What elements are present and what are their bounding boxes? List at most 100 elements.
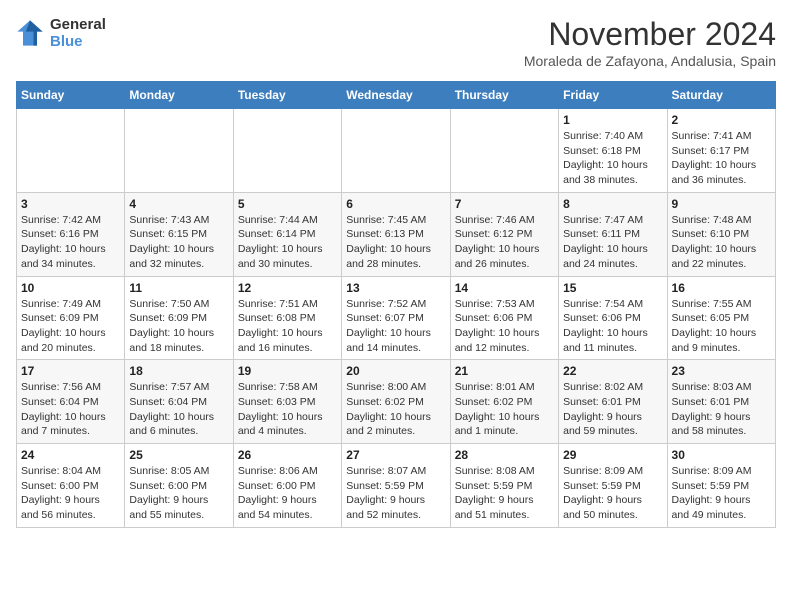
day-info: Sunrise: 7:44 AM Sunset: 6:14 PM Dayligh… bbox=[238, 213, 337, 272]
calendar-cell: 14Sunrise: 7:53 AM Sunset: 6:06 PM Dayli… bbox=[450, 276, 558, 360]
day-number: 26 bbox=[238, 448, 337, 462]
calendar-cell: 27Sunrise: 8:07 AM Sunset: 5:59 PM Dayli… bbox=[342, 444, 450, 528]
day-number: 17 bbox=[21, 364, 120, 378]
logo-text: General Blue bbox=[50, 16, 106, 50]
day-info: Sunrise: 7:53 AM Sunset: 6:06 PM Dayligh… bbox=[455, 297, 554, 356]
day-info: Sunrise: 7:54 AM Sunset: 6:06 PM Dayligh… bbox=[563, 297, 662, 356]
day-info: Sunrise: 8:05 AM Sunset: 6:00 PM Dayligh… bbox=[129, 464, 228, 523]
day-info: Sunrise: 7:58 AM Sunset: 6:03 PM Dayligh… bbox=[238, 380, 337, 439]
calendar-cell bbox=[17, 109, 125, 193]
calendar-cell bbox=[125, 109, 233, 193]
day-info: Sunrise: 8:09 AM Sunset: 5:59 PM Dayligh… bbox=[563, 464, 662, 523]
day-info: Sunrise: 7:41 AM Sunset: 6:17 PM Dayligh… bbox=[672, 129, 771, 188]
calendar-cell: 7 Sunrise: 7:46 AM Sunset: 6:12 PM Daylig… bbox=[450, 192, 558, 276]
calendar-cell: 2 Sunrise: 7:41 AM Sunset: 6:17 PM Daylig… bbox=[667, 109, 775, 193]
weekday-header-wednesday: Wednesday bbox=[342, 82, 450, 109]
day-number: 18 bbox=[129, 364, 228, 378]
month-title: November 2024 bbox=[524, 16, 776, 53]
calendar-cell bbox=[450, 109, 558, 193]
calendar-cell: 29 Sunrise: 8:09 AM Sunset: 5:59 PM Dayli… bbox=[559, 444, 667, 528]
calendar-cell: 23Sunrise: 8:03 AM Sunset: 6:01 PM Dayli… bbox=[667, 360, 775, 444]
calendar-cell: 26 Sunrise: 8:06 AM Sunset: 6:00 PM Dayli… bbox=[233, 444, 341, 528]
day-number: 4 bbox=[129, 197, 228, 211]
day-number: 21 bbox=[455, 364, 554, 378]
day-number: 6 bbox=[346, 197, 445, 211]
day-info: Sunrise: 7:50 AM Sunset: 6:09 PM Dayligh… bbox=[129, 297, 228, 356]
day-info: Sunrise: 7:46 AM Sunset: 6:12 PM Dayligh… bbox=[455, 213, 554, 272]
calendar-cell: 28 Sunrise: 8:08 AM Sunset: 5:59 PM Dayli… bbox=[450, 444, 558, 528]
day-number: 15 bbox=[563, 281, 662, 295]
title-area: November 2024 Moraleda de Zafayona, Anda… bbox=[524, 16, 776, 69]
calendar-cell: 24 Sunrise: 8:04 AM Sunset: 6:00 PM Dayli… bbox=[17, 444, 125, 528]
day-number: 1 bbox=[563, 113, 662, 127]
calendar-cell: 16 Sunrise: 7:55 AM Sunset: 6:05 PM Dayli… bbox=[667, 276, 775, 360]
week-row-1: 3 Sunrise: 7:42 AM Sunset: 6:16 PM Daylig… bbox=[17, 192, 776, 276]
day-info: Sunrise: 7:48 AM Sunset: 6:10 PM Dayligh… bbox=[672, 213, 771, 272]
day-number: 8 bbox=[563, 197, 662, 211]
calendar-cell: 25 Sunrise: 8:05 AM Sunset: 6:00 PM Dayli… bbox=[125, 444, 233, 528]
day-number: 3 bbox=[21, 197, 120, 211]
calendar-cell: 11 Sunrise: 7:50 AM Sunset: 6:09 PM Dayli… bbox=[125, 276, 233, 360]
day-number: 11 bbox=[129, 281, 228, 295]
day-number: 7 bbox=[455, 197, 554, 211]
weekday-header-friday: Friday bbox=[559, 82, 667, 109]
day-number: 29 bbox=[563, 448, 662, 462]
calendar-cell bbox=[233, 109, 341, 193]
calendar-cell: 17 Sunrise: 7:56 AM Sunset: 6:04 PM Dayli… bbox=[17, 360, 125, 444]
day-number: 28 bbox=[455, 448, 554, 462]
calendar-cell: 3 Sunrise: 7:42 AM Sunset: 6:16 PM Daylig… bbox=[17, 192, 125, 276]
logo: General Blue bbox=[16, 16, 106, 50]
day-number: 23 bbox=[672, 364, 771, 378]
day-info: Sunrise: 8:08 AM Sunset: 5:59 PM Dayligh… bbox=[455, 464, 554, 523]
day-info: Sunrise: 7:55 AM Sunset: 6:05 PM Dayligh… bbox=[672, 297, 771, 356]
day-number: 24 bbox=[21, 448, 120, 462]
week-row-3: 17 Sunrise: 7:56 AM Sunset: 6:04 PM Dayli… bbox=[17, 360, 776, 444]
location-subtitle: Moraleda de Zafayona, Andalusia, Spain bbox=[524, 53, 776, 69]
day-info: Sunrise: 7:51 AM Sunset: 6:08 PM Dayligh… bbox=[238, 297, 337, 356]
calendar-cell: 5Sunrise: 7:44 AM Sunset: 6:14 PM Daylig… bbox=[233, 192, 341, 276]
weekday-header-saturday: Saturday bbox=[667, 82, 775, 109]
calendar-cell: 6 Sunrise: 7:45 AM Sunset: 6:13 PM Daylig… bbox=[342, 192, 450, 276]
day-info: Sunrise: 7:49 AM Sunset: 6:09 PM Dayligh… bbox=[21, 297, 120, 356]
calendar-table: SundayMondayTuesdayWednesdayThursdayFrid… bbox=[16, 81, 776, 528]
day-info: Sunrise: 7:57 AM Sunset: 6:04 PM Dayligh… bbox=[129, 380, 228, 439]
weekday-header-thursday: Thursday bbox=[450, 82, 558, 109]
day-number: 19 bbox=[238, 364, 337, 378]
day-number: 27 bbox=[346, 448, 445, 462]
calendar-cell: 21Sunrise: 8:01 AM Sunset: 6:02 PM Dayli… bbox=[450, 360, 558, 444]
calendar-cell: 12 Sunrise: 7:51 AM Sunset: 6:08 PM Dayli… bbox=[233, 276, 341, 360]
calendar-cell: 13 Sunrise: 7:52 AM Sunset: 6:07 PM Dayli… bbox=[342, 276, 450, 360]
calendar-cell bbox=[342, 109, 450, 193]
calendar-cell: 4 Sunrise: 7:43 AM Sunset: 6:15 PM Daylig… bbox=[125, 192, 233, 276]
week-row-4: 24 Sunrise: 8:04 AM Sunset: 6:00 PM Dayli… bbox=[17, 444, 776, 528]
day-info: Sunrise: 8:04 AM Sunset: 6:00 PM Dayligh… bbox=[21, 464, 120, 523]
day-info: Sunrise: 7:52 AM Sunset: 6:07 PM Dayligh… bbox=[346, 297, 445, 356]
calendar-cell: 19 Sunrise: 7:58 AM Sunset: 6:03 PM Dayli… bbox=[233, 360, 341, 444]
logo-icon bbox=[16, 19, 44, 47]
calendar-cell: 30Sunrise: 8:09 AM Sunset: 5:59 PM Dayli… bbox=[667, 444, 775, 528]
day-info: Sunrise: 7:56 AM Sunset: 6:04 PM Dayligh… bbox=[21, 380, 120, 439]
calendar-cell: 22Sunrise: 8:02 AM Sunset: 6:01 PM Dayli… bbox=[559, 360, 667, 444]
day-number: 20 bbox=[346, 364, 445, 378]
day-number: 13 bbox=[346, 281, 445, 295]
weekday-header-tuesday: Tuesday bbox=[233, 82, 341, 109]
day-number: 12 bbox=[238, 281, 337, 295]
calendar-cell: 20 Sunrise: 8:00 AM Sunset: 6:02 PM Dayli… bbox=[342, 360, 450, 444]
page-header: General Blue November 2024 Moraleda de Z… bbox=[16, 16, 776, 69]
calendar-cell: 18 Sunrise: 7:57 AM Sunset: 6:04 PM Dayli… bbox=[125, 360, 233, 444]
day-number: 16 bbox=[672, 281, 771, 295]
week-row-2: 10 Sunrise: 7:49 AM Sunset: 6:09 PM Dayli… bbox=[17, 276, 776, 360]
day-number: 10 bbox=[21, 281, 120, 295]
day-number: 25 bbox=[129, 448, 228, 462]
day-info: Sunrise: 7:40 AM Sunset: 6:18 PM Dayligh… bbox=[563, 129, 662, 188]
day-info: Sunrise: 7:43 AM Sunset: 6:15 PM Dayligh… bbox=[129, 213, 228, 272]
day-info: Sunrise: 7:45 AM Sunset: 6:13 PM Dayligh… bbox=[346, 213, 445, 272]
calendar-cell: 8Sunrise: 7:47 AM Sunset: 6:11 PM Daylig… bbox=[559, 192, 667, 276]
day-info: Sunrise: 8:06 AM Sunset: 6:00 PM Dayligh… bbox=[238, 464, 337, 523]
day-info: Sunrise: 8:02 AM Sunset: 6:01 PM Dayligh… bbox=[563, 380, 662, 439]
day-number: 2 bbox=[672, 113, 771, 127]
calendar-cell: 15 Sunrise: 7:54 AM Sunset: 6:06 PM Dayli… bbox=[559, 276, 667, 360]
calendar-cell: 9Sunrise: 7:48 AM Sunset: 6:10 PM Daylig… bbox=[667, 192, 775, 276]
day-info: Sunrise: 7:42 AM Sunset: 6:16 PM Dayligh… bbox=[21, 213, 120, 272]
day-info: Sunrise: 8:00 AM Sunset: 6:02 PM Dayligh… bbox=[346, 380, 445, 439]
